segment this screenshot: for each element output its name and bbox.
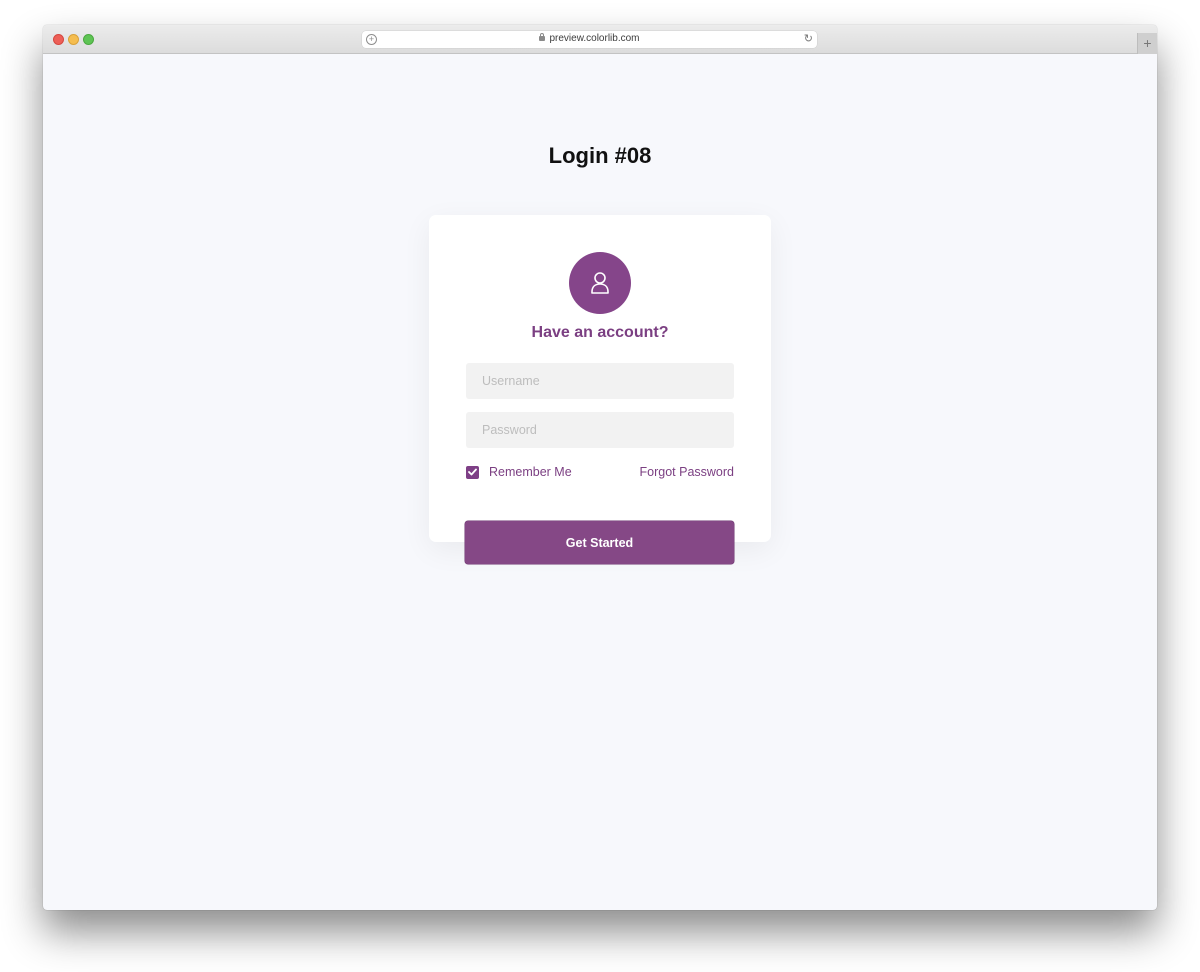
maximize-window-button[interactable] <box>83 34 94 45</box>
remember-me-checkbox[interactable]: Remember Me <box>466 465 572 479</box>
user-icon <box>591 272 609 294</box>
forgot-password-link[interactable]: Forgot Password <box>640 465 734 479</box>
get-started-button[interactable]: Get Started <box>465 521 734 564</box>
checkbox-checked-icon[interactable] <box>466 465 479 479</box>
address-bar[interactable]: + preview.colorlib.com ↻ <box>362 31 817 48</box>
url-text: preview.colorlib.com <box>549 33 640 44</box>
browser-titlebar: + preview.colorlib.com ↻ + <box>43 25 1157 54</box>
browser-window: + preview.colorlib.com ↻ + Login #08 Hav… <box>43 25 1157 910</box>
reload-icon[interactable]: ↻ <box>804 32 813 45</box>
avatar <box>569 252 631 314</box>
login-card: Have an account? Remember Me Forgot Pass… <box>429 215 771 542</box>
page-title: Login #08 <box>548 143 652 168</box>
new-tab-button[interactable]: + <box>1137 33 1157 54</box>
password-input[interactable] <box>466 412 734 448</box>
checkmark-icon <box>468 468 477 476</box>
url-display[interactable]: preview.colorlib.com <box>362 33 817 44</box>
minimize-window-button[interactable] <box>68 34 79 45</box>
remember-me-label: Remember Me <box>489 465 572 479</box>
card-heading: Have an account? <box>531 324 669 341</box>
close-window-button[interactable] <box>53 34 64 45</box>
lock-icon <box>539 33 546 41</box>
username-input[interactable] <box>466 363 734 399</box>
